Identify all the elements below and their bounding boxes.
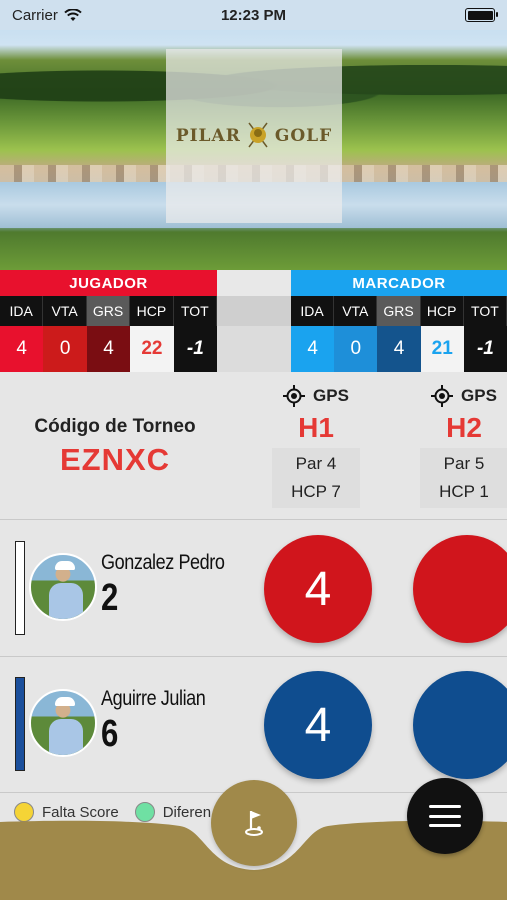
jugador-col-vta: VTA	[43, 296, 87, 326]
gps-label-h2: GPS	[461, 386, 497, 405]
course-header-image: PILAR GOLF	[0, 0, 507, 270]
jugador-hcp-value: 22	[130, 326, 174, 372]
lion-crest-icon	[248, 122, 268, 148]
legend-missing-score-dot	[14, 802, 34, 822]
marcador-col-hcp: HCP	[421, 296, 464, 326]
score-button-h1[interactable]: 4	[264, 671, 372, 779]
marcador-grs-value: 4	[377, 326, 421, 372]
marcador-col-grs: GRS	[377, 296, 421, 326]
gps-button-h2[interactable]: GPS	[420, 384, 507, 408]
hole-hcp-h1: HCP 7	[291, 482, 341, 501]
player-color-bar	[15, 541, 25, 635]
score-button-h1[interactable]: 4	[264, 535, 372, 643]
jugador-tot-value: -1	[173, 326, 218, 372]
gps-button-h1[interactable]: GPS	[272, 384, 360, 408]
player-handicap: 6	[101, 713, 119, 755]
marcador-col-ida: IDA	[291, 296, 335, 326]
club-logo-box: PILAR GOLF	[166, 49, 342, 223]
battery-icon	[465, 8, 498, 22]
jugador-col-tot: TOT	[174, 296, 218, 326]
gps-label-h1: GPS	[313, 386, 349, 405]
player-name: Aguirre Julian	[101, 687, 206, 710]
menu-icon	[429, 805, 461, 827]
hole-flag-button[interactable]	[211, 780, 297, 866]
player-handicap: 2	[101, 577, 119, 619]
jugador-col-ida: IDA	[0, 296, 44, 326]
jugador-grs-value: 4	[86, 326, 131, 372]
legend-difference-dot	[134, 802, 155, 822]
hole-info-h1: Par 4 HCP 7	[272, 448, 360, 508]
hole-number-h1: H1	[298, 412, 334, 443]
marcador-vta-value: 0	[334, 326, 378, 372]
carrier-label: Carrier	[12, 6, 58, 24]
jugador-title: JUGADOR	[0, 270, 217, 296]
player-row[interactable]: Aguirre Julian 6 4	[0, 657, 507, 793]
tournament-code-label: Código de Torneo	[34, 416, 196, 437]
jugador-col-grs: GRS	[86, 296, 131, 326]
score-button-h2[interactable]	[413, 535, 507, 643]
logo-text-right: GOLF	[274, 126, 333, 146]
hole-column-h2[interactable]: GPS H2 Par 5 HCP 1	[420, 384, 507, 508]
menu-button[interactable]	[407, 778, 483, 854]
score-legend: Falta Score Diferen	[14, 802, 211, 822]
score-strip-divider	[217, 270, 291, 372]
hole-par-h1: Par 4	[295, 454, 337, 473]
avatar	[29, 553, 97, 621]
marcador-hcp-value: 21	[420, 326, 464, 372]
hole-info-h2: Par 5 HCP 1	[420, 448, 507, 508]
legend-difference-label: Diferen	[162, 803, 212, 821]
hole-par-h2: Par 5	[443, 454, 485, 473]
logo-text-left: PILAR	[175, 126, 241, 146]
gps-target-icon	[431, 385, 454, 407]
player-color-bar	[15, 677, 25, 771]
marcador-tot-value: -1	[463, 326, 507, 372]
legend-missing-score-label: Falta Score	[42, 803, 119, 821]
gps-target-icon	[283, 385, 306, 407]
golf-flag-icon	[245, 811, 263, 836]
wifi-icon	[64, 8, 82, 21]
score-strip: JUGADOR IDA VTA GRS HCP TOT 4 0 4 22 -1 …	[0, 270, 507, 372]
score-button-h2[interactable]	[413, 671, 507, 779]
player-row[interactable]: Gonzalez Pedro 2 4	[0, 521, 507, 657]
jugador-vta-value: 0	[43, 326, 87, 372]
status-bar: Carrier 12:23 PM	[0, 0, 507, 30]
avatar	[29, 689, 97, 757]
jugador-col-hcp: HCP	[130, 296, 174, 326]
hole-column-h1[interactable]: GPS H1 Par 4 HCP 7	[272, 384, 360, 508]
tournament-section: Código de Torneo EZNXC GPS H1 Par 4 HCP …	[0, 372, 507, 520]
marcador-title: MARCADOR	[291, 270, 507, 296]
tournament-code[interactable]: EZNXC	[0, 442, 230, 478]
hole-hcp-h2: HCP 1	[439, 482, 489, 501]
marcador-ida-value: 4	[291, 326, 335, 372]
hole-number-h2: H2	[446, 412, 482, 443]
marcador-col-tot: TOT	[464, 296, 507, 326]
jugador-ida-value: 4	[0, 326, 44, 372]
jugador-panel: JUGADOR IDA VTA GRS HCP TOT 4 0 4 22 -1	[0, 270, 218, 372]
player-name: Gonzalez Pedro	[101, 551, 225, 574]
club-logo: PILAR GOLF	[176, 121, 332, 151]
marcador-col-vta: VTA	[334, 296, 378, 326]
marcador-panel: MARCADOR IDA VTA GRS HCP TOT 4 0 4 21 -1	[291, 270, 507, 372]
